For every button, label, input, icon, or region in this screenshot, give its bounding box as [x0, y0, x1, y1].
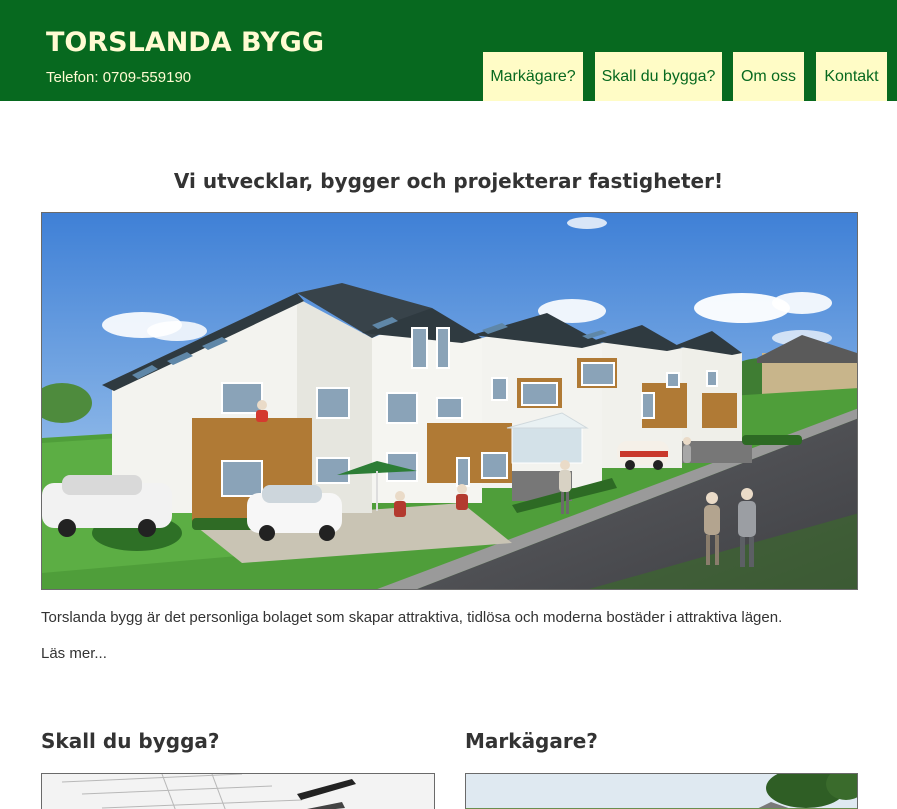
hero-heading: Vi utvecklar, bygger och projekterar fas… — [173, 169, 724, 193]
section-image-landscape[interactable] — [465, 773, 858, 809]
nav-item-om-oss[interactable]: Om oss — [733, 52, 804, 101]
section-title-markagare: Markägare? — [465, 729, 598, 753]
hero-image — [41, 212, 858, 590]
section-title-skall-du-bygga: Skall du bygga? — [41, 729, 220, 753]
phone-number: Telefon: 0709-559190 — [46, 69, 192, 86]
nav-item-kontakt[interactable]: Kontakt — [816, 52, 887, 101]
section-image-blueprint[interactable] — [41, 773, 435, 809]
brand-title[interactable]: TORSLANDA BYGG — [46, 27, 324, 58]
site-header: TORSLANDA BYGG Telefon: 0709-559190 Mark… — [0, 0, 897, 101]
nav-item-markagare[interactable]: Markägare? — [483, 52, 583, 101]
nav-item-skall-du-bygga[interactable]: Skall du bygga? — [595, 52, 722, 101]
read-more-link[interactable]: Läs mer... — [41, 645, 107, 662]
intro-text: Torslanda bygg är det personliga bolaget… — [41, 609, 783, 626]
